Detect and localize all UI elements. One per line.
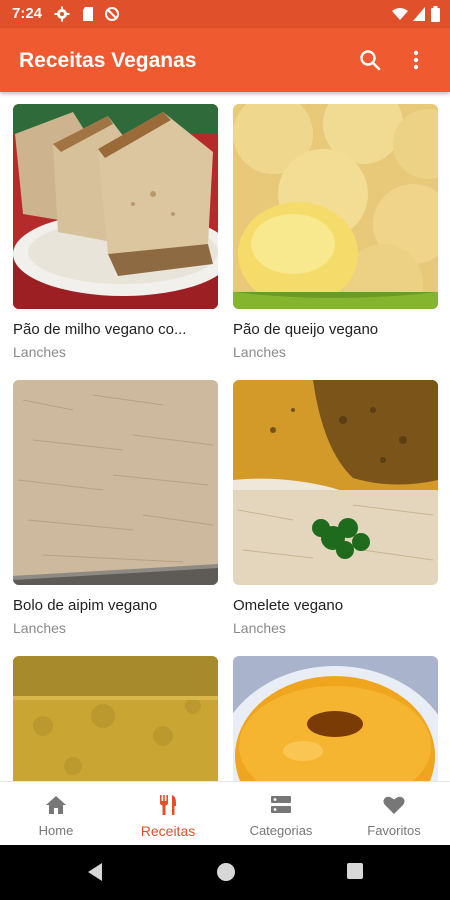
- battery-icon: [431, 6, 440, 22]
- nav-favoritos[interactable]: Favoritos: [338, 782, 450, 846]
- home-button-icon[interactable]: [216, 862, 236, 882]
- recipe-grid: Pão de milho vegano co... Lanches Pão de…: [0, 92, 450, 781]
- nav-label: Favoritos: [367, 823, 421, 838]
- recipe-card[interactable]: Omelete vegano Lanches: [233, 380, 438, 636]
- recipe-name: Bolo de aipim vegano: [13, 597, 158, 614]
- recipe-photo: [13, 656, 218, 781]
- fork-knife-icon: [160, 795, 176, 815]
- recipe-card[interactable]: Bolo de aipim vegano Lanches: [13, 380, 218, 636]
- recipe-photo: [233, 380, 438, 585]
- nav-label: Receitas: [140, 823, 196, 839]
- bottom-navigation: Home Receitas Categorias Favoritos: [0, 781, 450, 846]
- status-bar: 7:24: [0, 0, 450, 28]
- back-icon[interactable]: [86, 862, 104, 882]
- recipe-photo: [13, 380, 218, 585]
- settings-icon: [54, 6, 70, 22]
- recipe-category: Lanches: [13, 344, 66, 360]
- recipe-photo: [233, 104, 438, 309]
- recipe-photo: [233, 656, 438, 781]
- data-saver-icon: [105, 7, 119, 21]
- sd-card-icon: [83, 7, 93, 21]
- recipe-card[interactable]: Pão de queijo vegano Lanches: [233, 104, 438, 360]
- more-vert-icon[interactable]: [402, 46, 430, 74]
- recipe-name: Pão de queijo vegano: [233, 321, 379, 338]
- nav-label: Home: [38, 823, 74, 838]
- nav-label: Categorias: [249, 823, 313, 838]
- heart-icon: [383, 796, 405, 814]
- recents-icon[interactable]: [346, 862, 364, 880]
- nav-categorias[interactable]: Categorias: [225, 782, 337, 846]
- recipe-card[interactable]: Pão de milho vegano co... Lanches: [13, 104, 218, 360]
- recipe-name: Omelete vegano: [233, 597, 344, 614]
- system-nav-bar: [0, 845, 450, 900]
- categories-icon: [271, 796, 291, 813]
- app-title: Receitas Veganas: [19, 49, 197, 72]
- recipe-card[interactable]: [233, 656, 438, 781]
- nav-receitas[interactable]: Receitas: [112, 782, 224, 846]
- status-time: 7:24: [12, 5, 43, 22]
- search-icon[interactable]: [356, 46, 384, 74]
- nav-home[interactable]: Home: [0, 782, 112, 846]
- recipe-category: Lanches: [233, 344, 286, 360]
- recipe-category: Lanches: [233, 620, 286, 636]
- home-icon: [46, 796, 66, 814]
- recipe-photo: [13, 104, 218, 309]
- recipe-name: Pão de milho vegano co...: [13, 321, 187, 338]
- signal-icon: [413, 7, 425, 21]
- wifi-icon: [392, 8, 408, 20]
- recipe-card[interactable]: [13, 656, 218, 781]
- app-bar: Receitas Veganas: [0, 28, 450, 92]
- recipe-category: Lanches: [13, 620, 66, 636]
